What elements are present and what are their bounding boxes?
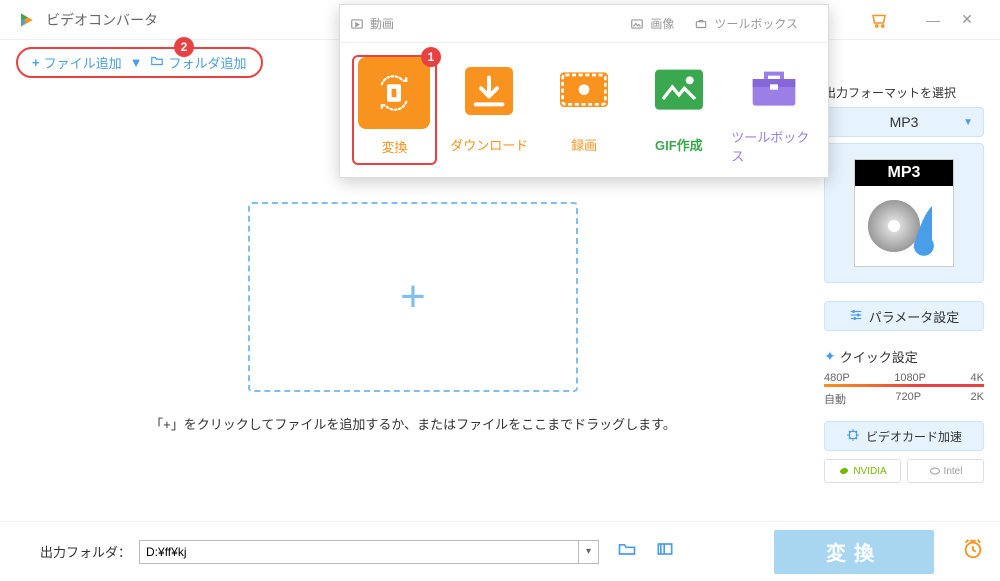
merge-icon[interactable] xyxy=(655,539,675,564)
side-panel: 出力フォーマットを選択 MP3 ▼ MP3 パラメータ設定 ✦クイック設定 48… xyxy=(824,84,984,517)
param-settings-label: パラメータ設定 xyxy=(869,307,960,326)
dropzone-hint: 「+」をクリックしてファイルを追加するか、またはファイルをここまでドラッグします… xyxy=(150,414,676,433)
tile-record-label: 録画 xyxy=(571,135,597,154)
convert-button[interactable]: 変換 xyxy=(774,530,934,574)
output-format-preview: MP3 xyxy=(824,143,984,283)
tile-toolbox-label: ツールボックス xyxy=(731,127,816,165)
output-folder-input[interactable] xyxy=(139,540,579,564)
output-folder-label: 出力フォルダ： xyxy=(40,542,131,561)
format-thumbnail: MP3 xyxy=(854,159,954,267)
caret-down-icon: ▼ xyxy=(963,117,973,128)
minimize-button[interactable]: — xyxy=(916,3,950,37)
format-thumbnail-label: MP3 xyxy=(855,160,953,186)
record-icon xyxy=(548,55,620,127)
open-folder-icon[interactable] xyxy=(617,539,637,564)
cart-icon[interactable] xyxy=(862,3,896,37)
quality-slider[interactable] xyxy=(824,384,984,387)
output-format-title: 出力フォーマットを選択 xyxy=(824,84,984,101)
popup-tab-row: 動画 画像 ツールボックス xyxy=(340,5,828,43)
bottom-bar: 出力フォルダ： ▾ 変換 xyxy=(0,521,1000,581)
output-format-value: MP3 xyxy=(890,114,919,130)
preset-720p[interactable]: 720P xyxy=(895,391,921,407)
preset-1080p[interactable]: 1080P xyxy=(894,372,926,384)
tile-record[interactable]: 録画 xyxy=(542,55,627,165)
convert-icon xyxy=(358,57,430,129)
gpu-accel-button[interactable]: ビデオカード加速 xyxy=(824,421,984,451)
preset-480p[interactable]: 480P xyxy=(824,372,850,384)
app-logo-icon xyxy=(16,10,36,30)
add-file-button[interactable]: ファイル追加 xyxy=(44,53,122,72)
gpu-nvidia-option[interactable]: NVIDIA xyxy=(824,459,901,483)
gpu-accel-label: ビデオカード加速 xyxy=(866,428,962,445)
preset-2k[interactable]: 2K xyxy=(971,391,984,407)
plus-icon: + xyxy=(32,55,40,70)
close-button[interactable]: ✕ xyxy=(950,3,984,37)
quick-dot-icon: ✦ xyxy=(824,348,836,365)
chip-icon xyxy=(846,428,860,445)
tile-download-label: ダウンロード xyxy=(450,135,528,154)
download-icon xyxy=(453,55,525,127)
dropzone-plus-icon: + xyxy=(400,272,426,322)
output-folder-dropdown[interactable]: ▾ xyxy=(579,540,599,564)
gif-icon xyxy=(643,55,715,127)
dropzone[interactable]: + xyxy=(248,202,578,392)
tile-convert[interactable]: 1 変換 xyxy=(352,55,437,165)
popup-tab-toolbox[interactable]: ツールボックス xyxy=(694,15,798,32)
popup-tab-video[interactable]: 動画 xyxy=(350,15,394,32)
folder-icon xyxy=(150,54,164,71)
add-file-group: 2 + ファイル追加 ▼ フォルダ追加 xyxy=(16,47,263,78)
output-format-select[interactable]: MP3 ▼ xyxy=(824,107,984,137)
popup-tab-image[interactable]: 画像 xyxy=(630,15,674,32)
tile-gif-label: GIF作成 xyxy=(655,135,703,154)
tile-convert-label: 変換 xyxy=(381,137,407,156)
dropdown-caret-icon[interactable]: ▼ xyxy=(130,55,143,70)
gpu-intel-option[interactable]: Intel xyxy=(907,459,984,483)
mode-popup: 動画 画像 ツールボックス 1 変換 ダウンロード xyxy=(339,4,829,178)
preset-auto[interactable]: 自動 xyxy=(824,391,846,407)
tile-gif[interactable]: GIF作成 xyxy=(636,55,721,165)
step-badge-1: 1 xyxy=(421,47,441,67)
scheduler-icon[interactable] xyxy=(962,538,984,566)
param-settings-button[interactable]: パラメータ設定 xyxy=(824,301,984,331)
preset-4k[interactable]: 4K xyxy=(971,372,984,384)
sliders-icon xyxy=(849,308,863,325)
quick-settings: ✦クイック設定 480P 1080P 4K 自動 720P 2K xyxy=(824,347,984,407)
tile-toolbox[interactable]: ツールボックス xyxy=(731,55,816,165)
step-badge-2: 2 xyxy=(174,37,194,57)
quick-settings-label: クイック設定 xyxy=(840,347,918,366)
tile-download[interactable]: ダウンロード xyxy=(447,55,532,165)
toolbox-icon xyxy=(738,55,810,119)
